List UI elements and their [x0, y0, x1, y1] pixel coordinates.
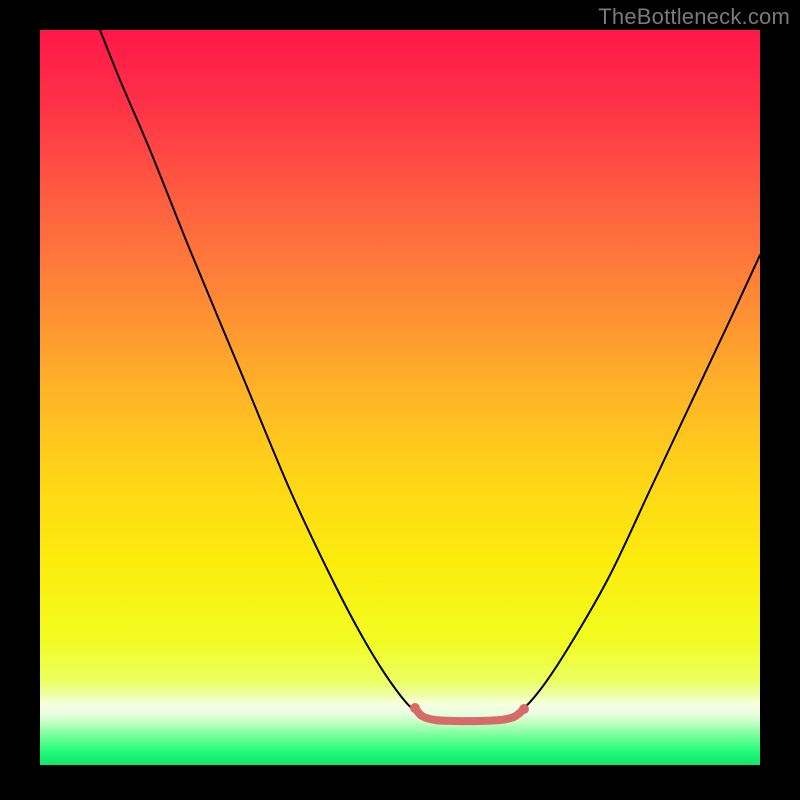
watermark-text: TheBottleneck.com — [598, 4, 790, 30]
highlight-dot — [410, 703, 420, 713]
highlight-dots — [410, 703, 529, 714]
curve-layer — [40, 30, 760, 765]
highlight-curve — [415, 708, 524, 721]
highlight-dot — [519, 704, 529, 714]
chart-frame: TheBottleneck.com — [0, 0, 800, 800]
main-curve — [100, 30, 760, 719]
plot-area — [40, 30, 760, 765]
